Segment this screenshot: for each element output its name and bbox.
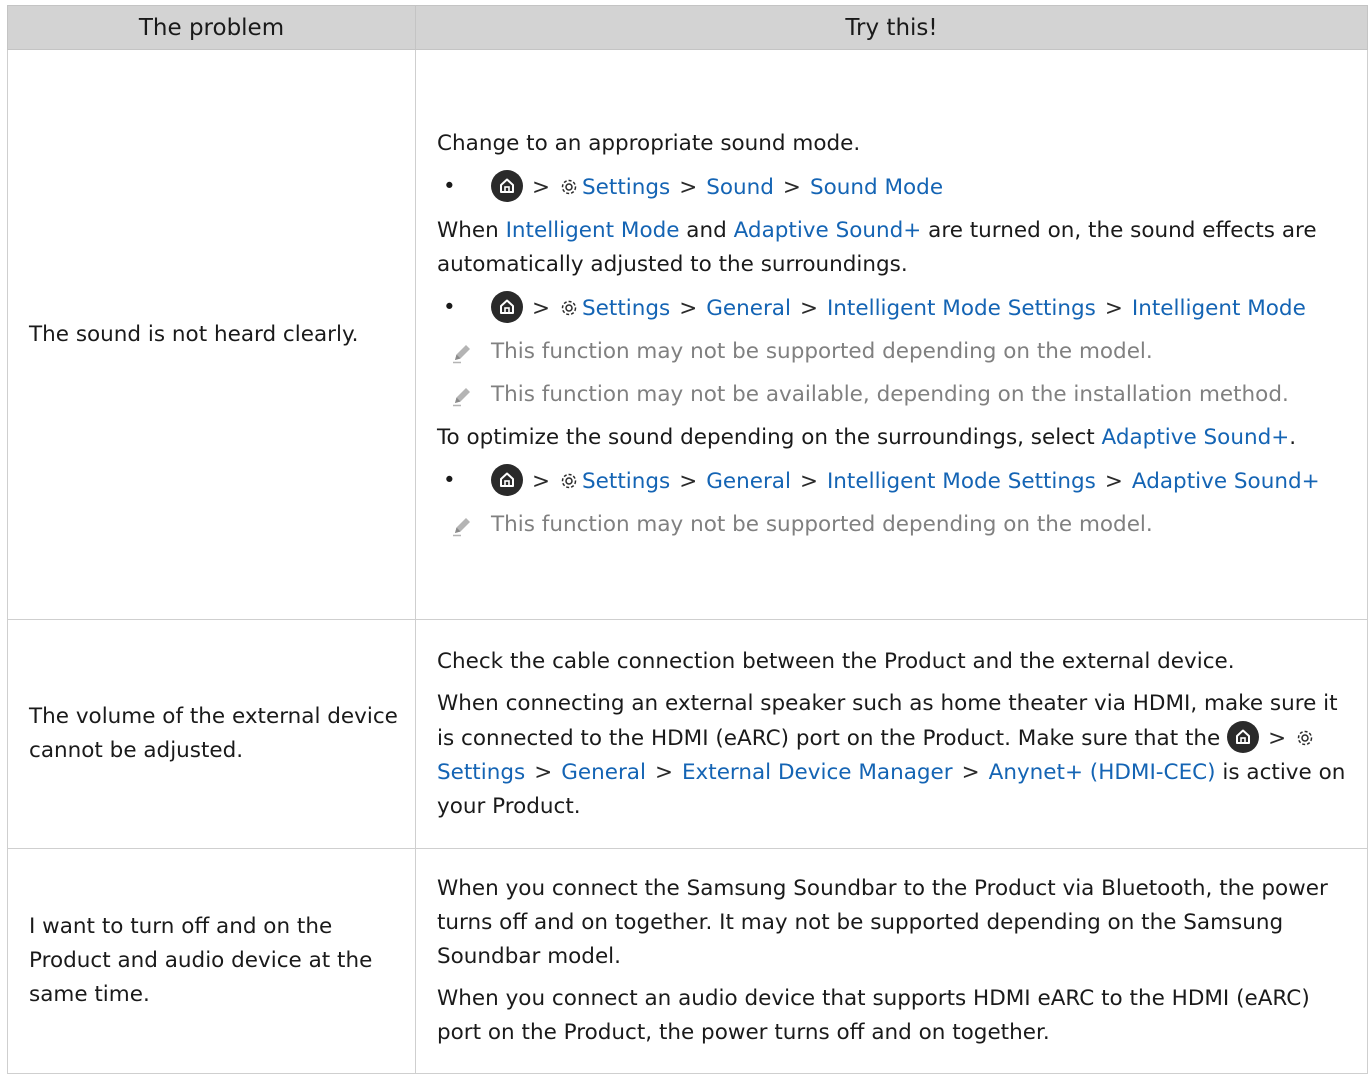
- separator: >: [1268, 725, 1287, 751]
- separator: >: [799, 295, 818, 321]
- pencil-icon: [453, 517, 470, 536]
- note-text: This function may not be supported depen…: [491, 338, 1153, 364]
- menu-link[interactable]: Settings: [582, 175, 670, 200]
- menu-path: • > Settings > General > Intelligent Mode Set…: [437, 290, 1349, 326]
- menu-link[interactable]: External Device Manager: [682, 760, 953, 785]
- solution-text: When Intelligent Mode and Adaptive Sound…: [437, 214, 1349, 282]
- solution-text: When connecting an external speaker such…: [437, 687, 1349, 824]
- text: and: [679, 217, 734, 243]
- solution-text: Change to an appropriate sound mode.: [437, 130, 861, 156]
- table-header-row: The problem Try this!: [7, 5, 1368, 50]
- separator: >: [532, 174, 551, 200]
- note: This function may not be supported depen…: [437, 335, 1349, 369]
- menu-path: • > Settings > General > Intelligent Mode Set…: [437, 463, 1349, 499]
- home-icon[interactable]: [1227, 720, 1260, 753]
- note-text: This function may not be available, depe…: [491, 381, 1289, 407]
- solution-text: Check the cable connection between the P…: [437, 648, 1235, 674]
- menu-link[interactable]: Intelligent Mode Settings: [827, 296, 1096, 321]
- separator: >: [679, 174, 698, 200]
- table-row: The volume of the external device cannot…: [7, 619, 1368, 849]
- note: This function may not be available, depe…: [437, 378, 1349, 412]
- solution-cell: Change to an appropriate sound mode. • >…: [415, 49, 1368, 620]
- separator: >: [961, 759, 980, 785]
- menu-link[interactable]: Adaptive Sound+: [1132, 469, 1320, 494]
- home-icon[interactable]: [491, 463, 523, 496]
- separator: >: [532, 295, 551, 321]
- table-row: The sound is not heard clearly. Change t…: [7, 49, 1368, 620]
- separator: >: [532, 468, 551, 494]
- menu-link[interactable]: General: [561, 760, 646, 785]
- separator: >: [799, 468, 818, 494]
- gear-icon: [559, 295, 579, 315]
- separator: >: [679, 468, 698, 494]
- text: When connecting an external speaker such…: [437, 690, 1338, 751]
- menu-link[interactable]: Anynet+ (HDMI-CEC): [989, 760, 1216, 785]
- text: When: [437, 217, 506, 243]
- header-solution: Try this!: [415, 5, 1368, 50]
- menu-link[interactable]: General: [706, 296, 791, 321]
- menu-link[interactable]: Settings: [437, 760, 525, 785]
- menu-link[interactable]: Intelligent Mode: [506, 218, 680, 243]
- menu-path: • > Settings > Sound > Sound Mode: [437, 169, 1349, 205]
- gear-icon: [559, 468, 579, 488]
- pencil-icon: [453, 344, 470, 363]
- separator: >: [782, 174, 801, 200]
- solution-cell: Check the cable connection between the P…: [415, 619, 1368, 849]
- problem-cell: The volume of the external device cannot…: [7, 619, 416, 849]
- separator: >: [1104, 468, 1123, 494]
- note-text: This function may not be supported depen…: [491, 511, 1153, 537]
- troubleshooting-table: The problem Try this! The sound is not h…: [7, 5, 1368, 1074]
- solution-text: When you connect the Samsung Soundbar to…: [437, 876, 1328, 969]
- menu-link[interactable]: General: [706, 469, 791, 494]
- menu-link[interactable]: Adaptive Sound+: [1102, 425, 1290, 450]
- table-row: I want to turn off and on the Product an…: [7, 848, 1368, 1074]
- gear-icon: [559, 174, 579, 194]
- gear-icon: [1295, 725, 1315, 745]
- home-icon[interactable]: [491, 290, 523, 323]
- text: .: [1289, 424, 1297, 450]
- solution-text: To optimize the sound depending on the s…: [437, 421, 1349, 455]
- problem-cell: I want to turn off and on the Product an…: [7, 848, 416, 1074]
- menu-link[interactable]: Intelligent Mode: [1132, 296, 1306, 321]
- separator: >: [679, 295, 698, 321]
- home-icon[interactable]: [491, 169, 523, 202]
- text: To optimize the sound depending on the s…: [437, 424, 1102, 450]
- menu-link[interactable]: Sound Mode: [810, 175, 943, 200]
- menu-link[interactable]: Settings: [582, 296, 670, 321]
- problem-cell: The sound is not heard clearly.: [7, 49, 416, 620]
- menu-link[interactable]: Settings: [582, 469, 670, 494]
- bullet: •: [443, 294, 456, 320]
- menu-link[interactable]: Sound: [706, 175, 774, 200]
- bullet: •: [443, 467, 456, 493]
- menu-link[interactable]: Intelligent Mode Settings: [827, 469, 1096, 494]
- separator: >: [534, 759, 553, 785]
- solution-text: When you connect an audio device that su…: [437, 986, 1310, 1045]
- note: This function may not be supported depen…: [437, 508, 1349, 542]
- bullet: •: [443, 173, 456, 199]
- separator: >: [1104, 295, 1123, 321]
- header-problem: The problem: [7, 5, 416, 50]
- menu-link[interactable]: Adaptive Sound+: [734, 218, 922, 243]
- separator: >: [654, 759, 673, 785]
- pencil-icon: [453, 387, 470, 406]
- solution-cell: When you connect the Samsung Soundbar to…: [415, 848, 1368, 1074]
